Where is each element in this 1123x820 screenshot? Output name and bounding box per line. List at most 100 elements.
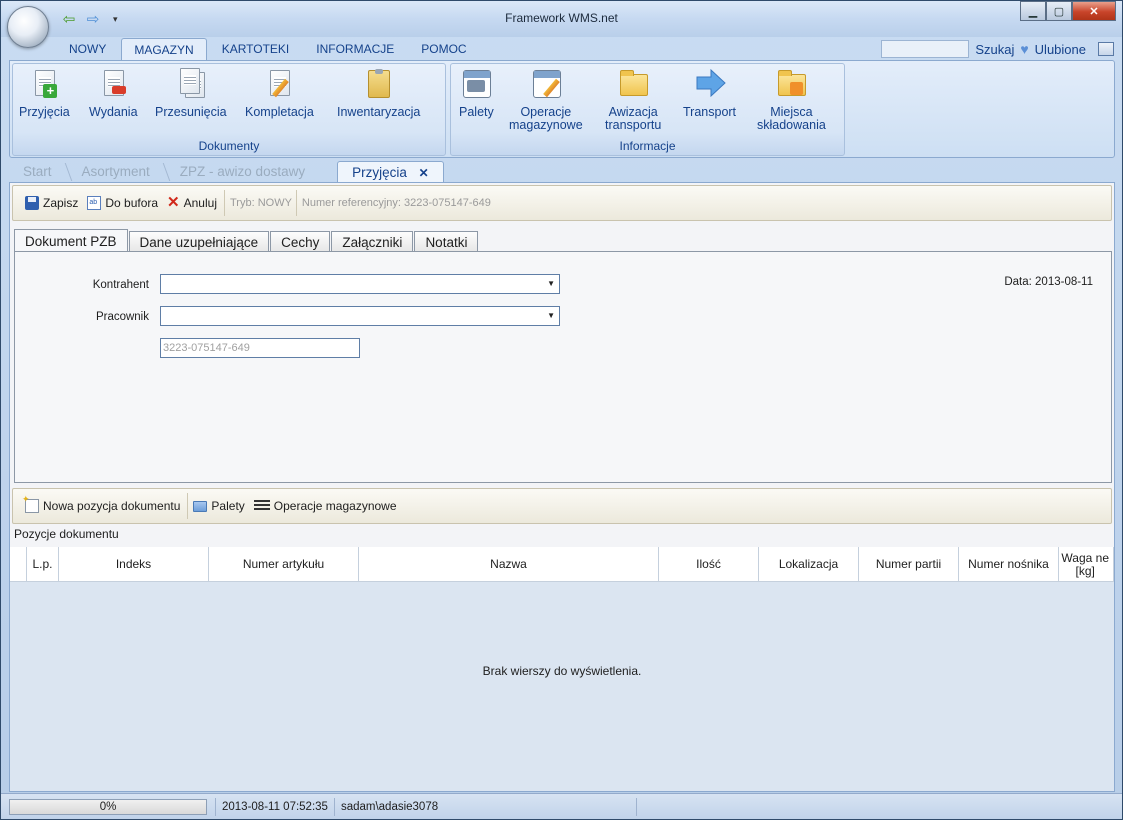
new-document-icon [22, 494, 39, 513]
title-bar: ⇦ ⇨ ▾ Framework WMS.net ▁ ▢ ✕ [1, 1, 1122, 37]
save-label: Zapisz [43, 196, 79, 210]
doc-tab-przyjecia[interactable]: Przyjęcia ✕ [337, 161, 444, 183]
awizacja-transportu-button[interactable]: Awizacja transportu [605, 68, 661, 132]
search-input[interactable] [881, 40, 970, 58]
pallet-calendar-icon [461, 68, 492, 100]
document-tabs: Start Asortyment ZPZ - awizo dostawy Prz… [9, 161, 446, 183]
positions-grid: L.p. Indeks Numer artykułu Nazwa Ilość L… [10, 547, 1114, 791]
group-label-informacje: Informacje [619, 139, 676, 153]
group-label-dokumenty: Dokumenty [198, 139, 260, 153]
folder-icon [618, 68, 649, 100]
cancel-label: Anuluj [183, 196, 217, 210]
doc-tab-zpz[interactable]: ZPZ - awizo dostawy [166, 161, 335, 183]
reference-number-text: Numer referencyjny: 3223-075147-649 [301, 197, 491, 209]
column-header[interactable]: Indeks [59, 547, 209, 582]
column-header[interactable]: Numer artykułu [209, 547, 359, 582]
doc-add-icon: + [29, 68, 59, 100]
group-dokumenty: + Przyjęcia Wydania Przesunięcia Komplet… [12, 63, 446, 156]
grid-row-selector-header [10, 547, 27, 582]
pracownik-label: Pracownik [95, 311, 149, 323]
pzb-form: Kontrahent ▼ Pracownik ▼ 3223-075147-649… [14, 251, 1112, 483]
ribbon-tab-magazyn[interactable]: MAGAZYN [121, 38, 207, 60]
close-tab-icon[interactable]: ✕ [419, 166, 429, 180]
kompletacja-label: Kompletacja [245, 105, 314, 119]
column-header[interactable]: Numer nośnika [959, 547, 1059, 582]
column-header[interactable]: L.p. [27, 547, 59, 582]
reference-number-input[interactable]: 3223-075147-649 [160, 338, 360, 358]
subtab-dokument-pzb[interactable]: Dokument PZB [14, 229, 128, 251]
ribbon-tab-informacje[interactable]: INFORMACJE [304, 38, 406, 60]
column-header[interactable]: Numer partii [859, 547, 959, 582]
przesuniecia-button[interactable]: Przesunięcia [155, 68, 227, 119]
ribbon-tab-kartoteki[interactable]: KARTOTEKI [210, 38, 302, 60]
pracownik-combobox[interactable]: ▼ [160, 306, 560, 326]
group-informacje: Palety Operacje magazynowe Awizacja tran… [450, 63, 845, 156]
toolbar-separator [187, 493, 189, 519]
ribbon-tab-nowy[interactable]: NOWY [57, 38, 118, 60]
subtab-zalaczniki[interactable]: Załączniki [331, 231, 414, 252]
ribbon-tabs: NOWY MAGAZYN KARTOTEKI INFORMACJE POMOC [57, 38, 482, 60]
ribbon-panel: + Przyjęcia Wydania Przesunięcia Komplet… [9, 60, 1115, 158]
warehouse-operations-label: Operacje magazynowe [273, 499, 397, 513]
maximize-button[interactable]: ▢ [1046, 1, 1072, 21]
save-button[interactable]: Zapisz [25, 196, 78, 210]
clipboard-text-icon [87, 196, 102, 210]
status-empty-cell [635, 797, 1122, 816]
subtab-dane-uzupelniajace[interactable]: Dane uzupełniające [128, 231, 270, 252]
window-controls: ▁ ▢ ✕ [1020, 1, 1116, 21]
list-icon [253, 500, 270, 512]
window-title: Framework WMS.net [505, 11, 618, 25]
minimize-button[interactable]: ▁ [1020, 1, 1046, 21]
search-button[interactable]: Szukaj [975, 42, 1014, 57]
progress-bar: 0% [9, 798, 207, 815]
pallets-button[interactable]: Palety [193, 499, 245, 513]
inwentaryzacja-button[interactable]: Inwentaryzacja [337, 68, 420, 119]
favorites-button[interactable]: Ulubione [1035, 42, 1086, 57]
palety-button[interactable]: Palety [459, 68, 494, 119]
column-header[interactable]: Nazwa [359, 547, 659, 582]
przyjecia-button[interactable]: + Przyjęcia [19, 68, 70, 119]
calendar-edit-icon [531, 68, 561, 100]
chevron-down-icon[interactable]: ▼ [547, 311, 555, 320]
column-header[interactable]: Ilość [659, 547, 759, 582]
copy-to-buffer-button[interactable]: Do bufora [87, 196, 158, 210]
warehouse-operations-button[interactable]: Operacje magazynowe [253, 499, 397, 513]
doc-tab-start[interactable]: Start [9, 161, 66, 183]
miejsca-skladowania-label: Miejsca składowania [757, 105, 826, 132]
transport-label: Transport [683, 105, 737, 119]
chevron-down-icon[interactable]: ▼ [547, 279, 555, 288]
subtab-notatki[interactable]: Notatki [414, 231, 479, 252]
mode-text: Tryb: NOWY [229, 197, 292, 209]
kompletacja-button[interactable]: Kompletacja [245, 68, 314, 119]
ribbon-tab-pomoc[interactable]: POMOC [409, 38, 478, 60]
new-position-button[interactable]: Nowa pozycja dokumentu [22, 494, 180, 513]
wydania-button[interactable]: Wydania [89, 68, 138, 119]
document-panel: Zapisz Do bufora ✕ Anuluj Tryb: NOWY Num… [9, 182, 1115, 792]
doc-tab-przyjecia-label: Przyjęcia [352, 165, 407, 180]
miejsca-skladowania-button[interactable]: Miejsca składowania [757, 68, 826, 132]
clipboard-icon [364, 68, 394, 100]
wydania-label: Wydania [89, 105, 138, 119]
folder-icon [193, 500, 208, 512]
transport-button[interactable]: Transport [683, 68, 736, 119]
document-date: Data: 2013-08-11 [1004, 276, 1093, 288]
ribbon-minimize-icon[interactable] [1098, 42, 1114, 56]
grid-header: L.p. Indeks Numer artykułu Nazwa Ilość L… [10, 547, 1114, 582]
empty-grid-message: Brak wierszy do wyświetlenia. [482, 664, 642, 678]
subtab-cechy[interactable]: Cechy [270, 231, 331, 252]
application-orb[interactable] [7, 6, 49, 48]
doc-tab-asortyment[interactable]: Asortyment [68, 161, 164, 183]
status-datetime: 2013-08-11 07:52:35 [215, 797, 334, 816]
kontrahent-combobox[interactable]: ▼ [160, 274, 560, 294]
close-button[interactable]: ✕ [1072, 1, 1116, 21]
favorites-heart-icon[interactable]: ♥ [1020, 41, 1028, 57]
floppy-icon [25, 196, 39, 210]
kontrahent-label: Kontrahent [92, 279, 149, 291]
ribbon-search-area: Szukaj ♥ Ulubione [881, 38, 1114, 60]
pallets-label: Palety [211, 499, 245, 513]
cancel-button[interactable]: ✕ Anuluj [167, 195, 217, 210]
positions-caption: Pozycje dokumentu [14, 527, 119, 541]
column-header[interactable]: Waga ne [kg] [1059, 547, 1114, 582]
operacje-magazynowe-button[interactable]: Operacje magazynowe [509, 68, 583, 132]
column-header[interactable]: Lokalizacja [759, 547, 859, 582]
